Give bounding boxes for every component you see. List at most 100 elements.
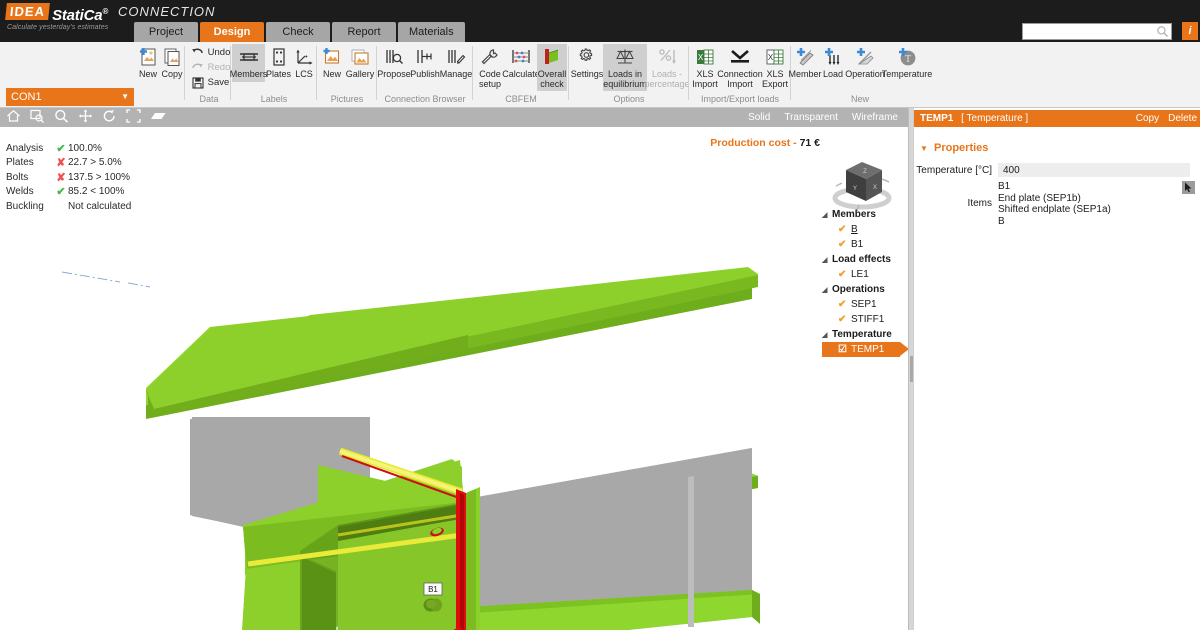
tree-group-load-effects[interactable]: ◢ Load effects <box>822 252 908 267</box>
svg-text:X: X <box>698 53 704 62</box>
delete-operation-button[interactable]: Delete <box>1168 110 1197 127</box>
checkmark-icon[interactable]: ✔ <box>838 314 851 325</box>
render-mode-wireframe[interactable]: Wireframe <box>852 112 898 123</box>
tree-item-le1[interactable]: ✔ LE1 <box>822 267 908 282</box>
gallery-button[interactable]: Gallery <box>345 44 375 82</box>
loads-percentage-button[interactable]: Loads - percentage <box>647 44 687 91</box>
save-button[interactable]: Save <box>191 75 230 90</box>
render-mode-transparent[interactable]: Transparent <box>784 112 838 123</box>
new-temperature-button[interactable]: T Temperature <box>884 44 930 82</box>
checkmark-icon[interactable]: ✔ <box>838 299 851 310</box>
xls-import-button[interactable]: X XLS Import <box>690 44 720 91</box>
xls-import-label: XLS Import <box>692 70 718 89</box>
labels-lcs-button[interactable]: LCS <box>292 44 316 82</box>
new-member-button[interactable]: Member <box>790 44 820 82</box>
svg-text:B1: B1 <box>428 585 438 594</box>
xls-export-icon: X <box>764 46 786 68</box>
tree-group-operations[interactable]: ◢ Operations <box>822 282 908 297</box>
logo-wordmark: StatiCa® <box>52 3 108 24</box>
labels-members-button[interactable]: Members <box>232 44 265 82</box>
checkbox-checked-icon[interactable]: ☑ <box>838 344 851 355</box>
zoom-icon[interactable] <box>54 109 69 126</box>
close-button[interactable] <box>1182 2 1197 17</box>
calculate-button[interactable]: Calculate <box>505 44 537 82</box>
model-viewport[interactable]: Analysis ✔ 100.0% Plates ✘ 22.7 > 5.0% B… <box>0 127 908 630</box>
render-mode-solid[interactable]: Solid <box>748 112 770 123</box>
properties-section-header[interactable]: ▼ Properties <box>914 140 1200 156</box>
settings-label: Settings <box>571 70 604 80</box>
tab-project[interactable]: Project <box>134 22 198 42</box>
fit-to-screen-icon[interactable] <box>126 109 141 126</box>
connection-import-button[interactable]: Connection Import <box>720 44 760 91</box>
search-box[interactable] <box>1022 23 1172 40</box>
redo-button[interactable]: Redo <box>191 60 231 75</box>
overall-check-button[interactable]: Overall check <box>537 44 567 91</box>
new-picture-icon <box>321 46 343 68</box>
tree-item-b1[interactable]: ✔ B1 <box>822 237 908 252</box>
rotate-icon[interactable] <box>102 109 117 126</box>
copy-project-item-button[interactable]: Copy <box>160 44 184 82</box>
search-input[interactable] <box>1023 24 1153 39</box>
pan-icon[interactable] <box>78 109 93 126</box>
checkmark-icon[interactable]: ✔ <box>838 269 851 280</box>
temperature-field[interactable]: 400 <box>998 163 1190 177</box>
items-label: Items <box>914 181 998 227</box>
tab-design[interactable]: Design <box>200 22 264 42</box>
zoom-window-icon[interactable] <box>30 109 45 126</box>
labels-lcs-label: LCS <box>295 70 313 80</box>
propose-button[interactable]: Propose <box>378 44 410 82</box>
new-load-label: Load <box>823 70 843 80</box>
properties-header-name: TEMP1 <box>920 113 953 124</box>
tree-item-b[interactable]: ✔ B <box>822 222 908 237</box>
connection-selector-value: CON1 <box>11 91 42 103</box>
new-member-icon <box>794 46 816 68</box>
info-button[interactable]: i <box>1182 22 1198 40</box>
settings-button[interactable]: Settings <box>571 44 603 82</box>
xls-import-icon: X <box>694 46 716 68</box>
new-project-item-button[interactable]: New <box>136 44 160 82</box>
tree-item-sep1[interactable]: ✔ SEP1 <box>822 297 908 312</box>
checkmark-icon[interactable]: ✔ <box>838 224 851 235</box>
group-title-options: Options <box>570 94 688 105</box>
checkmark-icon[interactable]: ✔ <box>838 239 851 250</box>
connection-selector[interactable]: CON1 ▼ <box>6 88 134 106</box>
tree-group-members[interactable]: ◢ Members <box>822 207 908 222</box>
new-picture-button[interactable]: New <box>319 44 345 82</box>
gallery-icon <box>349 46 371 68</box>
tree-item-label: B1 <box>851 239 863 250</box>
tree-item-label: STIFF1 <box>851 314 884 325</box>
copy-item-icon <box>161 46 183 68</box>
tree-group-temperature[interactable]: ◢ Temperature <box>822 327 908 342</box>
minimize-button[interactable] <box>1146 2 1161 17</box>
new-load-button[interactable]: Load <box>820 44 846 82</box>
tab-report[interactable]: Report <box>332 22 396 42</box>
percentage-icon <box>656 46 678 68</box>
application-window: untitled IDEAStatiCa®CONNECTION Calculat… <box>0 0 1200 630</box>
xls-export-button[interactable]: X XLS Export <box>760 44 790 91</box>
loads-in-equilibrium-button[interactable]: Loads in equilibrium <box>603 44 647 91</box>
publish-button[interactable]: Publish <box>410 44 440 82</box>
tree-item-stiff1[interactable]: ✔ STIFF1 <box>822 312 908 327</box>
tree-item-temp1[interactable]: ☑ TEMP1 <box>822 342 900 357</box>
code-setup-button[interactable]: Code setup <box>475 44 505 91</box>
tree-item-label: SEP1 <box>851 299 877 310</box>
new-operation-button[interactable]: Operation <box>846 44 884 82</box>
maximize-button[interactable] <box>1164 2 1179 17</box>
ribbon-group-pictures: New Gallery Pictures <box>318 42 376 108</box>
undo-button[interactable]: Undo <box>191 45 231 60</box>
home-view-icon[interactable] <box>6 109 21 126</box>
tab-check[interactable]: Check <box>266 22 330 42</box>
balance-scale-icon <box>614 46 636 68</box>
chevron-down-icon: ◢ <box>822 211 832 219</box>
labels-plates-button[interactable]: Plates <box>265 44 292 82</box>
cursor-pick-icon[interactable] <box>1182 181 1195 194</box>
render-mode-switch: Solid Transparent Wireframe <box>748 108 898 127</box>
view-toolbar: Solid Transparent Wireframe <box>0 108 908 127</box>
manage-button[interactable]: Manage <box>440 44 472 82</box>
ribbon-group-labels: Members Plates <box>232 42 316 108</box>
copy-operation-button[interactable]: Copy <box>1136 110 1159 127</box>
render-3d-icon[interactable] <box>150 110 167 126</box>
model-tree: ◢ Members ✔ B ✔ B1 ◢ Load effects ✔ LE1 … <box>822 207 908 357</box>
steel-connection-model[interactable]: B1 <box>0 127 908 630</box>
tab-materials[interactable]: Materials <box>398 22 465 42</box>
